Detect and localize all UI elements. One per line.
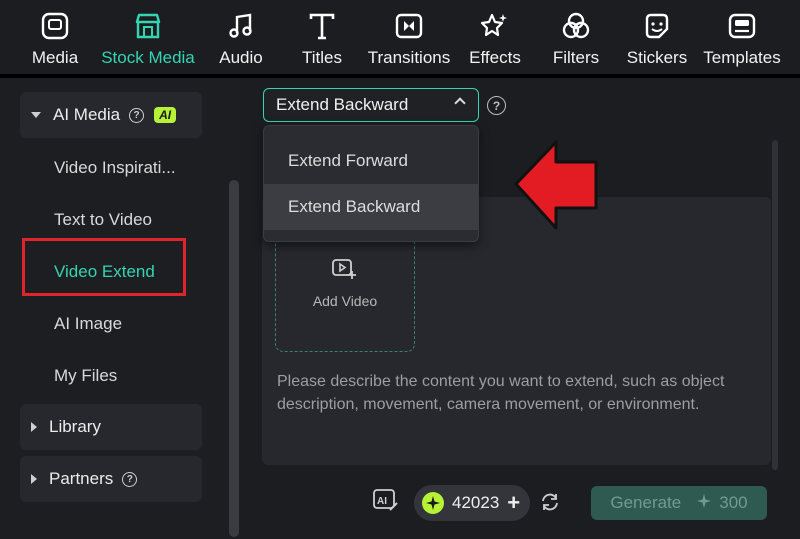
ai-edit-icon[interactable]: AI [372,488,400,519]
chevron-up-icon [454,97,466,109]
templates-icon [726,10,758,42]
generate-label: Generate [610,493,682,512]
refresh-icon[interactable] [540,492,560,517]
tab-label: Effects [469,48,521,67]
stickers-icon [641,10,673,42]
plus-icon[interactable]: + [507,492,520,514]
tab-media[interactable]: Media [18,0,92,76]
main-scrollbar[interactable] [772,140,778,470]
mode-dropdown-value: Extend Backward [276,95,409,114]
tab-label: Templates [703,48,781,67]
sparkle-icon [422,492,444,514]
generate-cost: 300 [719,493,748,512]
tab-titles[interactable]: Titles [290,0,354,76]
add-video-icon [331,257,357,286]
pointer-arrow [512,136,600,241]
help-icon[interactable]: ? [129,107,145,123]
menu-item-extend-forward[interactable]: Extend Forward [264,138,478,184]
titles-icon [306,10,338,42]
svg-text:AI: AI [377,496,387,507]
add-video-dropzone[interactable] [275,230,415,352]
chevron-right-icon [31,474,37,484]
effects-icon [479,10,511,42]
highlight-box [22,238,186,296]
top-toolbar: Media Stock Media Audio Titles Transitio… [0,0,800,76]
generate-button[interactable]: Generate 300 [591,486,767,520]
group-label: AI Media [53,105,121,124]
sidebar-scrollbar[interactable] [229,180,239,537]
media-icon [39,10,71,42]
tab-label: Stock Media [101,48,195,67]
tab-stock-media[interactable]: Stock Media [98,0,198,76]
tab-label: Transitions [367,48,451,67]
sidebar-group-library[interactable]: Library [20,404,202,450]
filters-icon [560,10,592,42]
tab-filters[interactable]: Filters [544,0,608,76]
sidebar-group-ai-media[interactable]: AI Media ? AI [20,92,202,138]
group-label: Partners [49,469,114,488]
tab-audio[interactable]: Audio [208,0,274,76]
sidebar-item-ai-image[interactable]: AI Image [54,314,122,334]
sidebar-item-video-inspiration[interactable]: Video Inspirati... [54,158,176,178]
sidebar-item-text-to-video[interactable]: Text to Video [54,210,152,230]
credits-count: 42023 [452,493,500,512]
help-icon[interactable]: ? [122,471,138,487]
sidebar-item-my-files[interactable]: My Files [54,366,117,386]
credits-balance[interactable]: 42023 + [414,485,530,521]
chevron-down-icon [31,112,41,118]
tab-label: Titles [302,48,342,67]
transitions-icon [393,10,425,42]
tab-label: Stickers [626,48,688,67]
tab-templates[interactable]: Templates [700,0,784,76]
tab-label: Audio [219,48,263,67]
sparkle-icon [697,493,712,513]
menu-item-extend-backward[interactable]: Extend Backward [264,184,478,230]
sidebar-group-partners[interactable]: Partners ? [20,456,202,502]
chevron-right-icon [31,422,37,432]
group-label: Library [49,417,101,436]
help-icon[interactable]: ? [487,96,506,115]
ai-badge: AI [154,107,177,123]
tab-label: Media [31,48,79,67]
audio-icon [225,10,257,42]
tab-stickers[interactable]: Stickers [622,0,692,76]
mode-dropdown[interactable]: Extend Backward [263,88,479,122]
prompt-input[interactable]: Please describe the content you want to … [277,370,767,416]
tab-transitions[interactable]: Transitions [366,0,452,76]
add-video-label: Add Video [312,293,378,309]
tab-effects[interactable]: Effects [462,0,528,76]
mode-dropdown-menu: Extend Forward Extend Backward [263,125,479,242]
stock-media-icon [132,10,164,42]
tab-label: Filters [552,48,600,67]
